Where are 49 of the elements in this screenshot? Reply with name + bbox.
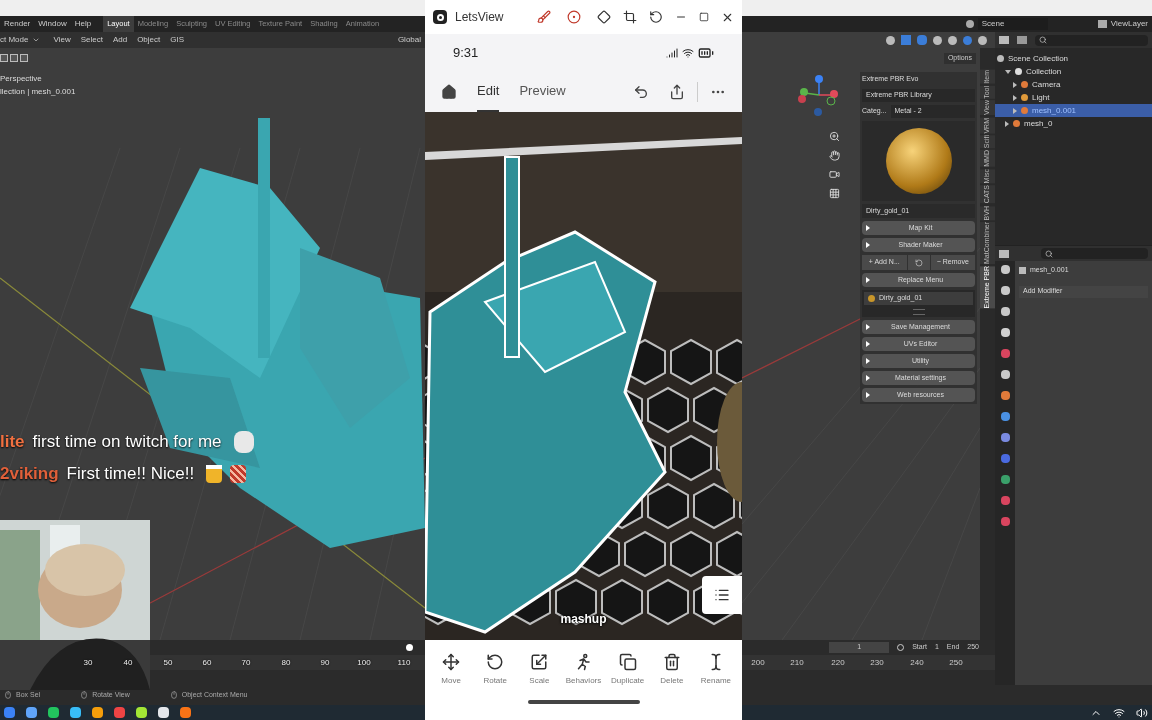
tool-button[interactable]: Rotate [475, 653, 516, 687]
timeline-tick-label: 40 [123, 657, 133, 669]
menu-item[interactable]: Window [34, 18, 71, 30]
menu-item[interactable]: Help [70, 18, 96, 30]
menu-item[interactable]: View [48, 34, 76, 46]
tool-button[interactable]: Rename [695, 653, 736, 687]
timeline-tick-label: 220 [831, 657, 845, 669]
timeline-tick-label: 90 [320, 657, 330, 669]
timeline-tick-label: 70 [241, 657, 251, 669]
tool-button[interactable]: Delete [651, 653, 692, 687]
viewport-info-text: llection | mesh_0.001 [0, 86, 76, 98]
outliner-row[interactable]: Collection [995, 65, 1152, 78]
timeline-tick-label: 30 [83, 657, 93, 669]
chat-username: 2viking [0, 463, 59, 485]
view-layer-selector[interactable]: ViewLayer [1110, 18, 1152, 30]
timeline-tick-label: 200 [751, 657, 765, 669]
timeline-tick-label: 250 [949, 657, 963, 669]
window-title: LetsView [455, 9, 504, 26]
menu-item[interactable]: GIS [165, 34, 190, 46]
viewport-info-text: Perspective [0, 73, 43, 85]
timeline-tick-label: 240 [910, 657, 924, 669]
tool-button[interactable]: Duplicate [607, 653, 648, 687]
status-time: 9:31 [453, 44, 479, 63]
tool-button[interactable]: Scale [519, 653, 560, 687]
menu-item[interactable]: Add [107, 34, 133, 46]
chat-message: First time!! Nice!! [66, 463, 195, 485]
menu-item[interactable]: Render [0, 18, 35, 30]
chat-message: first time on twitch for me [32, 431, 222, 453]
tool-button[interactable]: Behaviors [563, 653, 604, 687]
chat-username: lite [0, 431, 25, 453]
outliner-row[interactable]: Light [995, 91, 1152, 104]
mode-dropdown[interactable]: ct Mode [0, 34, 49, 46]
menu-item[interactable]: Select [75, 34, 108, 46]
timeline-tick-label: 210 [790, 657, 804, 669]
app-tab[interactable]: Preview [519, 72, 566, 112]
scene-selector[interactable]: Scene [977, 18, 1048, 30]
timeline-tick-label: 80 [281, 657, 291, 669]
outliner-row[interactable]: Scene Collection [995, 52, 1152, 65]
timeline-tick-label: 110 [397, 657, 411, 669]
timeline-tick-label: 230 [870, 657, 884, 669]
outliner-row[interactable]: mesh_0.001 [995, 104, 1152, 117]
outliner-row[interactable]: mesh_0 [995, 117, 1152, 130]
outliner-row[interactable]: Camera [995, 78, 1152, 91]
menu-item[interactable]: Object [132, 34, 166, 46]
timeline-tick-label: 100 [357, 657, 371, 669]
orientation-dropdown[interactable]: Global [397, 34, 425, 46]
timeline-tick-label: 60 [202, 657, 212, 669]
timeline-tick-label: 50 [163, 657, 173, 669]
tool-button[interactable]: Move [431, 653, 472, 687]
